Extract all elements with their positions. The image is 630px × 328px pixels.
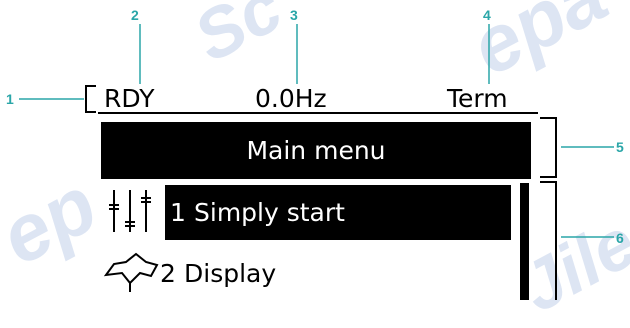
menu-item-label: Display: [184, 259, 277, 288]
scroll-bar: [520, 183, 529, 300]
menu-item-label: Simply start: [194, 198, 345, 227]
menu-item-simply-start[interactable]: 1 Simply start: [104, 185, 512, 240]
status-state: RDY: [104, 84, 155, 113]
menu-item-display[interactable]: 2 Display: [104, 248, 512, 300]
menu-item-number: 2: [160, 259, 176, 288]
status-channel: Term: [447, 84, 508, 113]
header-bracket: [540, 117, 557, 178]
header-title: Main menu: [246, 136, 386, 165]
menu-bracket: [540, 181, 557, 300]
menu-item-number: 1: [170, 198, 186, 227]
status-frequency: 0.0Hz: [255, 84, 327, 113]
status-bar-bracket: [85, 85, 96, 113]
